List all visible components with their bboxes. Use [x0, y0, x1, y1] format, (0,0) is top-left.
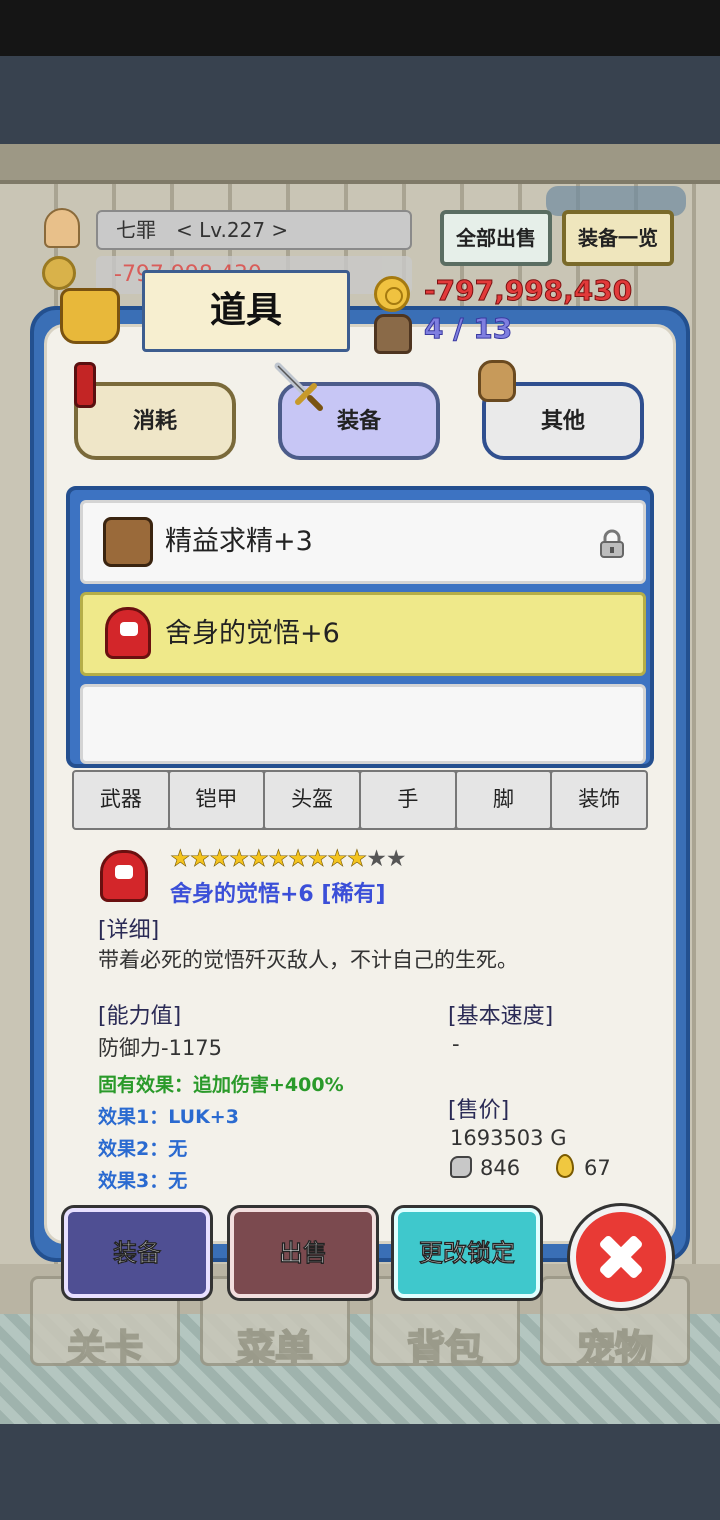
star-filled-icon: ★ [189, 846, 210, 873]
player-name-box: 七罪 < Lv.227 > [96, 210, 412, 250]
coin-icon [374, 276, 410, 312]
star-filled-icon: ★ [268, 846, 289, 873]
item-description: 带着必死的觉悟歼灭敌人，不计自己的生死。 [98, 948, 518, 972]
bag-icon [60, 288, 120, 344]
star-filled-icon: ★ [228, 846, 250, 873]
item-name: 舍身的觉悟+6 [165, 618, 340, 649]
tab-consumables[interactable]: 消耗 [74, 382, 236, 460]
filter-hand[interactable]: 手 [361, 772, 455, 828]
hud-coin-icon [42, 256, 76, 290]
game-area: 七罪 < Lv.227 > -797,998,430 全部出售 装备一览 道具 -… [0, 56, 720, 1424]
equip-button[interactable]: 装备 [64, 1208, 210, 1298]
sell-all-button[interactable]: 全部出售 [440, 210, 552, 266]
panel-title: 道具 [142, 270, 350, 352]
armor-item-icon [105, 607, 151, 659]
system-nav-bar [0, 1424, 720, 1520]
ore-icon [450, 1156, 472, 1178]
sell-button[interactable]: 出售 [230, 1208, 376, 1298]
lock-icon [600, 529, 624, 558]
close-icon[interactable] [570, 1206, 672, 1308]
star-filled-icon: ★ [327, 846, 348, 873]
money-display: -797,998,430 [423, 274, 633, 308]
drop-count: 67 [584, 1156, 611, 1180]
star-empty-icon: ★ [385, 846, 407, 872]
potion-icon [74, 362, 96, 408]
list-item-selected[interactable]: 舍身的觉悟+6 [80, 592, 646, 676]
star-empty-icon: ★ [366, 846, 387, 872]
star-filled-icon: ★ [346, 846, 367, 873]
backpack-icon [374, 314, 412, 354]
filter-armor[interactable]: 铠甲 [169, 772, 264, 828]
player-name: 七罪 [116, 218, 156, 242]
sword-icon [274, 362, 323, 411]
filter-accessory[interactable]: 装饰 [552, 772, 647, 828]
status-bar [0, 0, 720, 56]
ability-value: 防御力-1175 [98, 1036, 223, 1060]
star-filled-icon: ★ [170, 846, 191, 873]
effect-1: 效果1：LUK+3 [98, 1106, 239, 1128]
star-filled-icon: ★ [287, 846, 308, 873]
speed-header: [基本速度] [448, 1004, 554, 1029]
selected-item-icon [100, 850, 148, 902]
star-filled-icon: ★ [307, 846, 328, 873]
drop-icon [556, 1154, 574, 1178]
effect-3: 效果3：无 [98, 1170, 188, 1192]
price-header: [售价] [448, 1098, 510, 1123]
list-item[interactable]: 精益求精+3 [80, 500, 646, 584]
equipment-filter-bar: 武器 铠甲 头盔 手 脚 装饰 [72, 770, 648, 830]
equipment-list-button[interactable]: 装备一览 [562, 210, 674, 266]
speed-value: - [452, 1032, 460, 1056]
helmet-item-icon [103, 517, 153, 567]
player-level: < Lv.227 > [176, 218, 289, 242]
selected-item-title: 舍身的觉悟+6 [稀有] [170, 882, 386, 907]
item-list: 精益求精+3 舍身的觉悟+6 [66, 486, 654, 768]
pouch-icon [478, 360, 516, 402]
list-item-empty[interactable] [80, 684, 646, 764]
change-lock-button[interactable]: 更改锁定 [394, 1208, 540, 1298]
filter-foot[interactable]: 脚 [456, 772, 551, 828]
ability-header: [能力值] [98, 1004, 182, 1029]
effect-2: 效果2：无 [98, 1138, 188, 1160]
rarity-stars: ★★★★★★★★★★★★ [170, 846, 407, 873]
inherent-effect: 固有效果：追加伤害+400% [98, 1074, 344, 1096]
item-name: 精益求精+3 [165, 526, 313, 557]
price-value: 1693503 G [450, 1126, 567, 1150]
filter-weapon[interactable]: 武器 [74, 772, 168, 828]
inventory-capacity: 4 / 13 [423, 312, 513, 346]
filter-helmet[interactable]: 头盔 [265, 772, 360, 828]
star-filled-icon: ★ [209, 846, 230, 873]
detail-header: [详细] [98, 918, 160, 943]
player-avatar-icon [44, 208, 80, 248]
star-filled-icon: ★ [248, 846, 269, 873]
ore-count: 846 [480, 1156, 521, 1180]
